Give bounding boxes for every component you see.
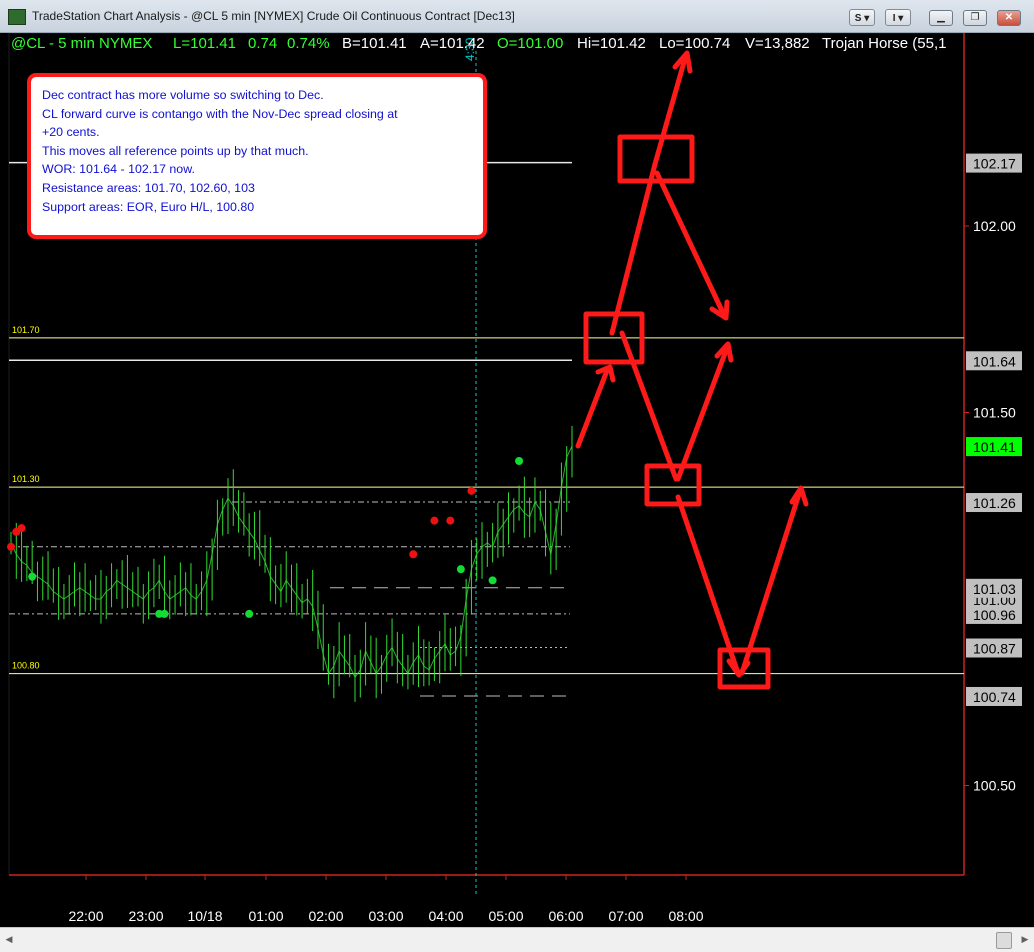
- chart-area[interactable]: 101.70 101.30 100.80 4:30 102.00 101.50 100.…: [0, 32, 1034, 927]
- level-line-label: 101.30: [12, 474, 40, 484]
- time-tick-label: 22:00: [68, 908, 103, 924]
- restore-button[interactable]: ❐: [963, 10, 987, 26]
- i-menu-button[interactable]: I ▾: [885, 9, 911, 26]
- green-signal-dot: [515, 456, 524, 465]
- status-last: L=101.41: [173, 35, 236, 52]
- red-signal-dot: [7, 542, 15, 551]
- status-bid: B=101.41: [342, 35, 407, 52]
- time-tick-label: 01:00: [248, 908, 283, 924]
- status-ask: A=101.42: [420, 35, 485, 52]
- scroll-thumb[interactable]: [996, 932, 1012, 949]
- time-tick-label: 07:00: [608, 908, 643, 924]
- status-line: @CL - 5 min NYMEX L=101.41 0.74 0.74% B=…: [11, 35, 947, 52]
- green-signal-dot: [245, 609, 254, 618]
- status-high: Hi=101.42: [577, 35, 646, 52]
- red-signal-dot: [430, 516, 439, 525]
- status-open: O=101.00: [497, 35, 563, 52]
- analysis-note: Dec contract has more volume so switchin…: [27, 73, 487, 239]
- price-label-text: 101.64: [973, 353, 1016, 369]
- window-title: TradeStation Chart Analysis - @CL 5 min …: [32, 9, 515, 23]
- price-label-text: 102.17: [973, 156, 1016, 172]
- time-tick-label: 06:00: [548, 908, 583, 924]
- note-line: Dec contract has more volume so switchin…: [42, 88, 324, 102]
- time-tick-label: 10/18: [187, 908, 222, 924]
- i-menu-label: I: [892, 13, 896, 24]
- s-menu-label: S: [854, 13, 862, 24]
- status-change: 0.74: [248, 35, 277, 52]
- minimize-button[interactable]: ▁: [929, 10, 953, 26]
- note-line: This moves all reference points up by th…: [42, 143, 309, 158]
- title-bar: TradeStation Chart Analysis - @CL 5 min …: [0, 0, 1034, 33]
- green-signal-dot: [28, 572, 37, 581]
- horizontal-scrollbar[interactable]: ◀ ▶: [0, 927, 1034, 952]
- status-low: Lo=100.74: [659, 35, 730, 52]
- note-line: CL forward curve is contango with the No…: [42, 106, 398, 121]
- s-menu-button[interactable]: S ▾: [849, 9, 875, 26]
- price-label-text: 101.03: [973, 581, 1016, 597]
- price-label-text: 101.41: [973, 439, 1016, 455]
- red-signal-dot: [446, 516, 455, 525]
- time-tick-label: 04:00: [428, 908, 463, 924]
- restore-icon: ❐: [970, 12, 980, 23]
- status-change-pct: 0.74%: [287, 35, 330, 52]
- red-signal-dot: [17, 524, 26, 533]
- tradestation-app-icon: [8, 9, 26, 25]
- note-line: Resistance areas: 101.70, 102.60, 103: [42, 180, 255, 195]
- status-volume: V=13,882: [745, 35, 810, 52]
- note-line: WOR: 101.64 - 102.17 now.: [42, 162, 195, 177]
- price-label-text: 100.74: [973, 689, 1016, 705]
- close-icon: ✕: [1004, 12, 1014, 23]
- price-tick-label: 101.50: [973, 405, 1016, 421]
- time-tick-label: 23:00: [128, 908, 163, 924]
- price-label-text: 101.26: [973, 495, 1016, 511]
- time-tick-label: 03:00: [368, 908, 403, 924]
- status-indicator: Trojan Horse (55,1: [822, 35, 947, 52]
- red-signal-dot: [409, 550, 418, 559]
- level-line-label: 100.80: [12, 661, 40, 671]
- scroll-right-icon[interactable]: ▶: [1020, 933, 1030, 945]
- red-signal-dot: [467, 486, 476, 495]
- green-signal-dot: [456, 565, 465, 574]
- status-symbol: @CL - 5 min NYMEX: [11, 35, 152, 52]
- minimize-icon: ▁: [937, 12, 945, 23]
- time-tick-label: 08:00: [668, 908, 703, 924]
- green-signal-dot: [160, 609, 169, 618]
- level-line-label: 101.70: [12, 325, 40, 335]
- green-signal-dot: [488, 576, 497, 585]
- price-label-text: 100.87: [973, 640, 1016, 656]
- price-tick-label: 100.50: [973, 778, 1016, 794]
- price-tick-label: 102.00: [973, 218, 1016, 234]
- time-tick-label: 05:00: [488, 908, 523, 924]
- close-button[interactable]: ✕: [997, 10, 1021, 26]
- time-tick-label: 02:00: [308, 908, 343, 924]
- price-label-text: 100.96: [973, 607, 1016, 623]
- scroll-left-icon[interactable]: ◀: [4, 933, 14, 945]
- note-line: Support areas: EOR, Euro H/L, 100.80: [42, 199, 255, 214]
- note-line: +20 cents.: [42, 125, 100, 140]
